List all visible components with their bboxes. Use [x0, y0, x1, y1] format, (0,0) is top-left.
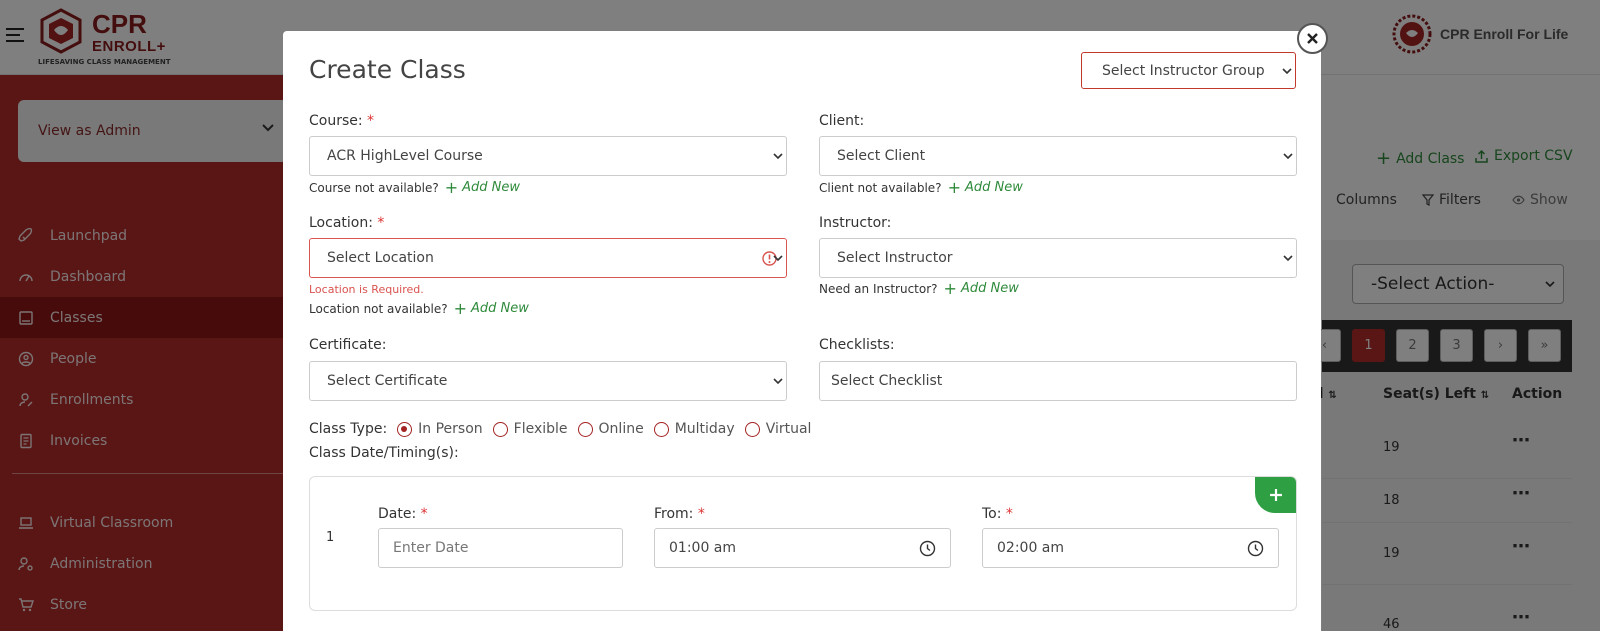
- course-value: ACR HighLevel Course: [327, 148, 483, 164]
- location-hint: Location not available? + Add New: [309, 299, 529, 318]
- radio-icon: [397, 421, 413, 437]
- instructor-hint: Need an Instructor? + Add New: [819, 279, 1019, 298]
- date-label-text: Date:: [378, 506, 417, 522]
- date-placeholder: Enter Date: [393, 540, 469, 556]
- radio-label: Multiday: [674, 421, 735, 437]
- radio-icon: [653, 421, 669, 437]
- instructor-value: Select Instructor: [837, 250, 953, 266]
- to-time-input[interactable]: 02:00 am: [982, 528, 1279, 568]
- plus-icon: +: [444, 178, 459, 197]
- add-new-location-link[interactable]: + Add New: [454, 299, 529, 318]
- required-marker: *: [377, 215, 385, 231]
- class-type-online[interactable]: Online: [577, 421, 644, 437]
- close-icon: [1307, 33, 1318, 44]
- certificate-value: Select Certificate: [327, 373, 448, 389]
- clock-icon[interactable]: [919, 540, 936, 557]
- add-new-label: Add New: [470, 301, 529, 316]
- chevron-down-icon: [1283, 255, 1293, 262]
- chevron-down-icon: [773, 378, 783, 385]
- instructor-select[interactable]: Select Instructor: [819, 238, 1297, 278]
- class-timing-label: Class Date/Timing(s):: [309, 445, 459, 461]
- from-label: From: *: [654, 506, 705, 522]
- client-label: Client:: [819, 113, 865, 129]
- close-modal-button[interactable]: [1297, 23, 1328, 54]
- radio-icon: [492, 421, 508, 437]
- class-type-flexible[interactable]: Flexible: [492, 421, 568, 437]
- class-type-in-person[interactable]: In Person: [397, 421, 483, 437]
- class-type-group: Class Type: In Person Flexible Online Mu…: [309, 421, 811, 437]
- add-new-label: Add New: [964, 180, 1023, 195]
- add-new-client-link[interactable]: + Add New: [948, 178, 1023, 197]
- date-label: Date: *: [378, 506, 428, 522]
- course-label-text: Course:: [309, 113, 363, 129]
- class-timing-row: 1 Date: * Enter Date From: * 01:00 am To…: [309, 476, 1297, 611]
- timing-row-number: 1: [326, 530, 335, 545]
- radio-icon: [744, 421, 760, 437]
- client-value: Select Client: [837, 148, 926, 164]
- certificate-label: Certificate:: [309, 337, 387, 353]
- location-hint-text: Location not available?: [309, 301, 448, 316]
- course-hint-text: Course not available?: [309, 180, 439, 195]
- course-label: Course: *: [309, 113, 374, 129]
- instructor-group-placeholder: Select Instructor Group: [1102, 62, 1265, 79]
- to-time-value: 02:00 am: [997, 540, 1065, 556]
- class-type-virtual[interactable]: Virtual: [744, 421, 812, 437]
- client-select[interactable]: Select Client: [819, 136, 1297, 176]
- instructor-hint-text: Need an Instructor?: [819, 281, 938, 296]
- location-value: Select Location: [327, 250, 434, 266]
- to-label-text: To:: [982, 506, 1002, 522]
- class-type-multiday[interactable]: Multiday: [653, 421, 735, 437]
- certificate-select[interactable]: Select Certificate: [309, 361, 787, 401]
- plus-icon: +: [947, 178, 961, 197]
- chevron-down-icon: [773, 153, 783, 160]
- chevron-down-icon: [1283, 153, 1293, 160]
- class-type-label: Class Type:: [309, 421, 388, 437]
- location-label: Location: *: [309, 215, 384, 231]
- from-label-text: From:: [654, 506, 694, 522]
- add-new-course-link[interactable]: + Add New: [445, 178, 520, 197]
- required-marker: *: [1005, 506, 1013, 522]
- create-class-modal: Create Class Select Instructor Group Cou…: [283, 31, 1321, 631]
- plus-icon: +: [453, 299, 467, 318]
- location-select[interactable]: Select Location: [309, 238, 787, 278]
- chevron-down-icon: [773, 255, 783, 262]
- add-new-instructor-link[interactable]: + Add New: [944, 279, 1019, 298]
- radio-label: In Person: [418, 421, 483, 437]
- required-marker: *: [420, 506, 428, 522]
- to-label: To: *: [982, 506, 1013, 522]
- checklists-label: Checklists:: [819, 337, 895, 353]
- instructor-label: Instructor:: [819, 215, 892, 231]
- plus-icon: +: [943, 279, 957, 298]
- radio-label: Virtual: [765, 421, 812, 437]
- required-marker: *: [697, 506, 705, 522]
- from-time-value: 01:00 am: [669, 540, 737, 556]
- radio-label: Online: [598, 421, 644, 437]
- radio-label: Flexible: [513, 421, 568, 437]
- radio-icon: [577, 421, 593, 437]
- from-time-input[interactable]: 01:00 am: [654, 528, 951, 568]
- clock-icon[interactable]: [1247, 540, 1264, 557]
- course-hint: Course not available? + Add New: [309, 178, 520, 197]
- plus-icon: [1269, 489, 1282, 501]
- checklist-select[interactable]: Select Checklist: [819, 361, 1297, 401]
- course-select[interactable]: ACR HighLevel Course: [309, 136, 787, 176]
- instructor-group-select[interactable]: Select Instructor Group: [1081, 52, 1296, 89]
- date-input[interactable]: Enter Date: [378, 528, 623, 568]
- chevron-down-icon: [1282, 68, 1292, 75]
- add-new-label: Add New: [960, 281, 1019, 296]
- client-hint: Client not available? + Add New: [819, 178, 1023, 197]
- add-new-label: Add New: [462, 180, 521, 195]
- modal-title: Create Class: [309, 55, 466, 84]
- required-marker: *: [367, 113, 375, 129]
- checklist-value: Select Checklist: [831, 373, 943, 389]
- page: CPR ENROLL+ LIFESAVING CLASS MANAGEMENT …: [0, 0, 1600, 631]
- add-timing-button[interactable]: [1255, 477, 1296, 513]
- client-hint-text: Client not available?: [819, 180, 942, 195]
- location-label-text: Location:: [309, 215, 373, 231]
- location-error: Location is Required.: [309, 283, 424, 296]
